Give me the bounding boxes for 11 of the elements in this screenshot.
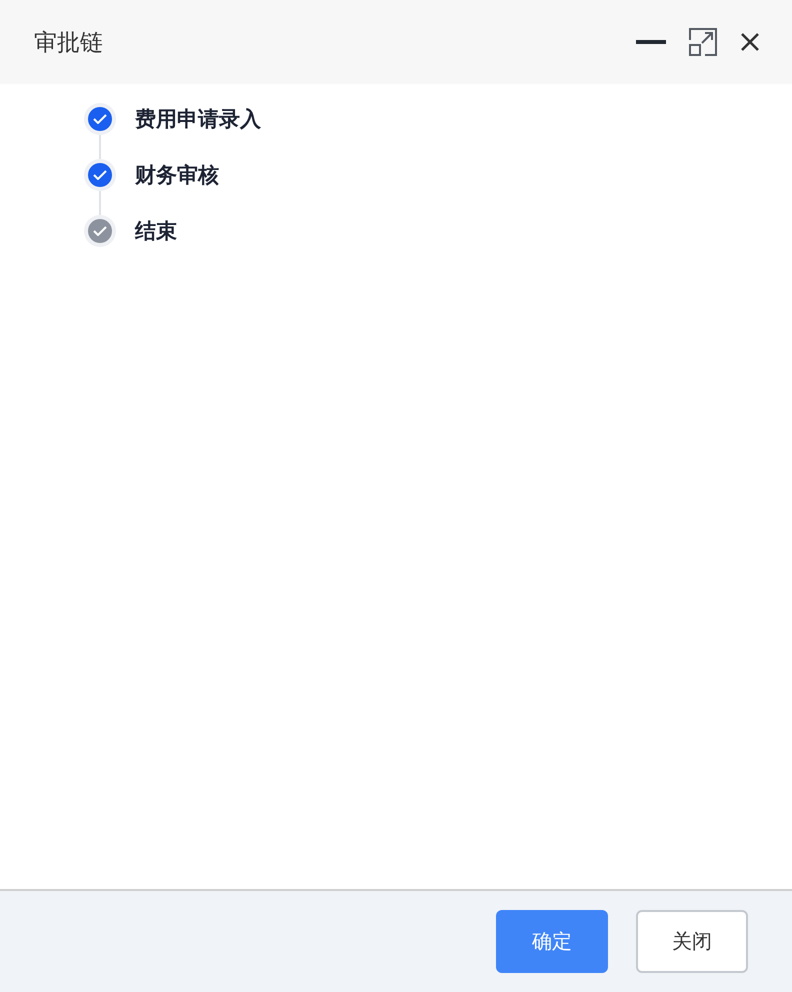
step-label: 财务审核: [135, 162, 219, 189]
step-label: 费用申请录入: [135, 106, 261, 133]
step-label: 结束: [135, 218, 177, 245]
window-title: 审批链: [34, 28, 104, 58]
confirm-button[interactable]: 确定: [496, 910, 608, 973]
close-icon[interactable]: [740, 32, 760, 52]
check-icon: [84, 103, 116, 135]
maximize-icon[interactable]: [688, 27, 718, 57]
check-icon: [84, 159, 116, 191]
close-button[interactable]: 关闭: [636, 910, 748, 973]
check-icon: [84, 215, 116, 247]
